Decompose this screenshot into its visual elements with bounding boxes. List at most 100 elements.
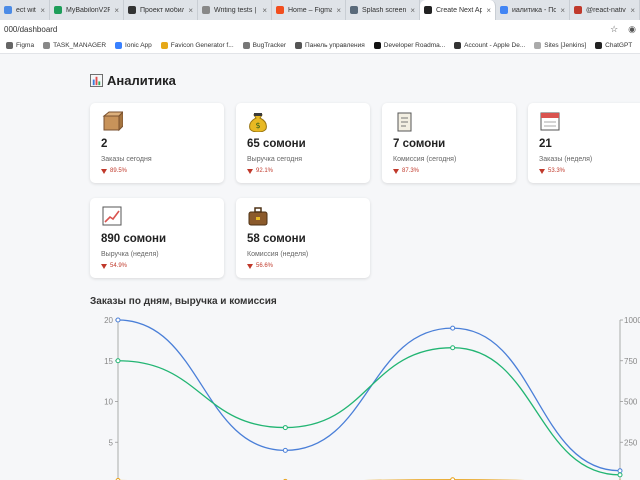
bookmark-icon (595, 42, 603, 49)
down-triangle-icon (101, 263, 107, 269)
stat-delta: 87.3% (393, 168, 419, 174)
down-triangle-icon (393, 168, 399, 174)
series-point[interactable] (450, 325, 456, 331)
briefcase-icon (248, 207, 268, 226)
tab-favicon-icon (202, 6, 210, 14)
star-icon[interactable]: ☆ (610, 24, 618, 35)
tab-label: Create Next App (436, 6, 483, 14)
y-left-tick-label: 5 (109, 438, 114, 447)
down-triangle-icon (247, 263, 253, 269)
y-left-tick-label: 10 (104, 398, 113, 407)
bookmark-icon (115, 42, 123, 49)
bookmark-label: Favicon Generator f... (170, 42, 234, 49)
series-point[interactable] (115, 317, 121, 323)
tab-favicon-icon (54, 6, 62, 14)
y-right-tick-label: 1000 (624, 316, 640, 325)
down-triangle-icon (247, 168, 253, 174)
browser-tab[interactable]: Splash screen an× (346, 0, 420, 20)
bookmark-label: TASK_MANAGER (53, 42, 107, 49)
browser-tab[interactable]: Create Next App × (420, 0, 496, 20)
dashboard-page: Аналитика 2 Заказы сегодня 89.5% $65 сомони… (0, 55, 640, 480)
browser-tab[interactable]: MyBabilonV2Pay × (50, 0, 124, 20)
bookmark-item[interactable]: Sites [Jenkins] (534, 42, 586, 49)
series-line (117, 319, 621, 472)
tab-close-icon[interactable]: × (560, 6, 565, 15)
browser-tab[interactable]: иалитика - Поиск× (496, 0, 570, 20)
bookmark-icon (242, 42, 250, 49)
browser-tab[interactable]: ect with Chr × (0, 0, 50, 20)
tab-close-icon[interactable]: × (40, 6, 45, 15)
stat-value: 890 сомони (101, 233, 167, 245)
tab-label: иалитика - Поиск (512, 6, 557, 14)
tab-favicon-icon (350, 6, 358, 14)
series-point[interactable] (282, 425, 288, 431)
bookmark-item[interactable]: ChatGPT (595, 42, 632, 49)
stat-label: Заказы сегодня (101, 156, 152, 163)
stat-card: 890 сомони Выручка (неделя) 54.9% (90, 198, 224, 278)
down-triangle-icon (101, 168, 107, 174)
bookmark-item[interactable]: BugTracker (242, 42, 287, 49)
tab-close-icon[interactable]: × (114, 6, 119, 15)
tab-close-icon[interactable]: × (188, 6, 193, 15)
bookmark-item[interactable]: TASK_MANAGER (43, 42, 106, 49)
series-point[interactable] (115, 358, 121, 364)
tab-close-icon[interactable]: × (336, 6, 341, 15)
tab-close-icon[interactable]: × (630, 6, 635, 15)
bar-chart-icon (90, 74, 103, 87)
bookmark-item[interactable]: Панель управления (295, 42, 365, 49)
tab-favicon-icon (276, 6, 284, 14)
bookmark-icon (43, 42, 51, 49)
stat-label: Выручка (неделя) (101, 251, 159, 258)
stat-card: 7 сомони Комиссия (сегодня) 87.3% (382, 103, 516, 183)
tab-favicon-icon (424, 6, 432, 14)
money-bag-icon: $ (249, 113, 267, 132)
tab-label: Splash screen an (362, 6, 407, 14)
package-icon (102, 111, 123, 132)
stat-delta-value: 56.6% (256, 263, 274, 269)
url-field[interactable]: 000/dashboard (4, 25, 610, 34)
tab-label: @react-native- (586, 6, 626, 14)
tab-favicon-icon (4, 6, 12, 14)
series-point[interactable] (617, 472, 623, 478)
browser-tab[interactable]: Home – Figma × (272, 0, 346, 20)
profile-icon[interactable]: ◉ (628, 24, 636, 35)
tab-favicon-icon (500, 6, 508, 14)
y-left-tick-label: 15 (104, 357, 113, 366)
bookmark-item[interactable]: Ionic App (115, 42, 152, 49)
stat-value: 65 сомони (247, 138, 306, 150)
bookmark-label: BugTracker (252, 42, 287, 49)
tab-close-icon[interactable]: × (410, 6, 415, 15)
browser-tab[interactable]: Проект мобильн × (124, 0, 198, 20)
browser-tab[interactable]: Writing tests | Re × (198, 0, 272, 20)
series-line (117, 347, 621, 476)
stat-delta: 56.6% (247, 263, 273, 269)
stat-label: Комиссия (неделя) (247, 251, 309, 258)
stat-delta: 89.5% (101, 168, 127, 174)
series-point[interactable] (450, 345, 456, 351)
stat-value: 58 сомони (247, 233, 306, 245)
bookmark-item[interactable]: Favicon Generator f... (160, 42, 234, 49)
stat-value: 2 (101, 138, 108, 150)
address-bar[interactable]: 000/dashboard ☆ ◉ (0, 20, 640, 38)
y-right-tick-label: 250 (624, 438, 638, 447)
bookmark-label: Figma (16, 42, 35, 49)
line-chart: 20 15 10 5 1000 750 500 250 (104, 316, 640, 480)
series-point[interactable] (282, 447, 288, 453)
stat-label: Заказы (неделя) (539, 156, 593, 163)
stat-value: 7 сомони (393, 138, 446, 150)
bookmark-item[interactable]: Developer Roadma... (373, 42, 445, 49)
bookmark-item[interactable]: Figma (6, 42, 34, 49)
tab-close-icon[interactable]: × (486, 6, 491, 15)
stat-delta-value: 54.9% (110, 263, 128, 269)
tab-close-icon[interactable]: × (262, 6, 267, 15)
bookmark-item[interactable]: Account - Apple De... (454, 42, 525, 49)
tab-label: Проект мобильн (140, 6, 184, 14)
svg-text:$: $ (255, 121, 260, 130)
stat-delta-value: 53.3% (548, 168, 566, 174)
stat-delta-value: 87.3% (402, 168, 420, 174)
browser-tab[interactable]: @react-native- × (570, 0, 640, 20)
bookmark-label: Sites [Jenkins] (544, 42, 587, 49)
series-point[interactable] (617, 468, 623, 474)
stat-label: Выручка сегодня (247, 156, 302, 163)
tab-favicon-icon (128, 6, 136, 14)
